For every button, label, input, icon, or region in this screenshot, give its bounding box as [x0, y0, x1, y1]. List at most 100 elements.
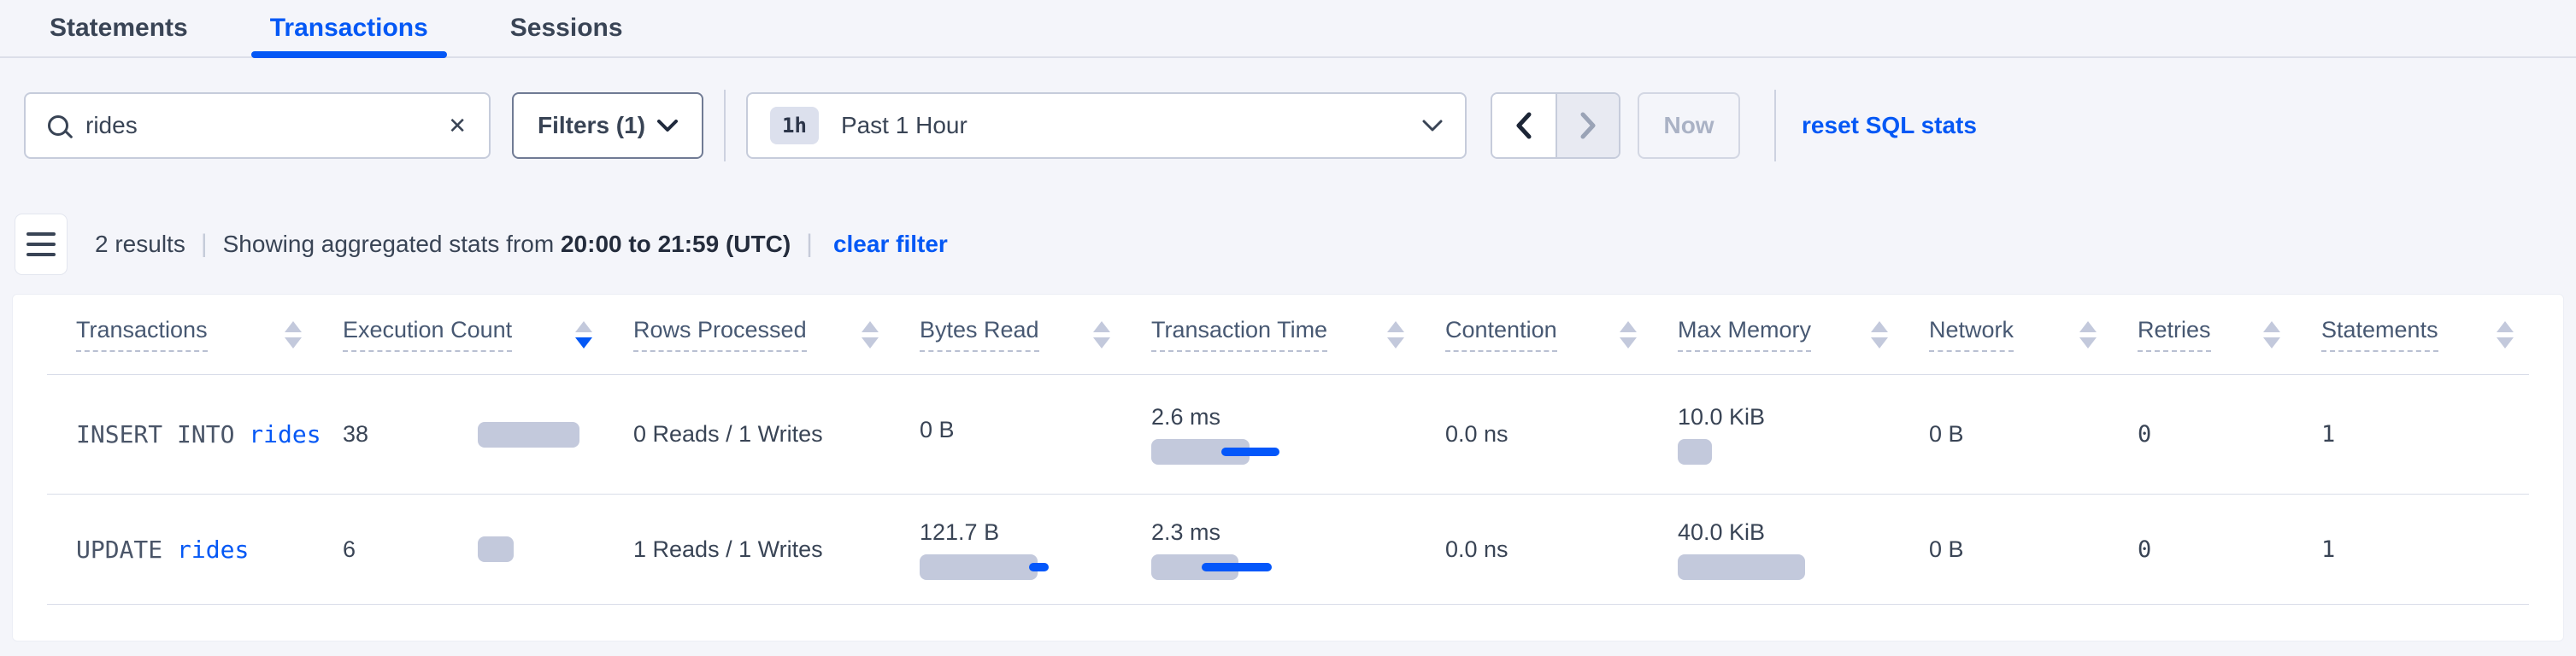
- execution-count-value: 6: [343, 536, 478, 563]
- search-input[interactable]: [85, 112, 448, 139]
- sort-desc-icon: [1871, 337, 1888, 348]
- sort-asc-icon: [1387, 321, 1404, 332]
- clear-search-icon[interactable]: ✕: [448, 114, 467, 137]
- sort-desc-icon: [575, 337, 592, 348]
- transaction-time-stddev-bar: [1221, 448, 1279, 456]
- column-header-execution-count[interactable]: Execution Count: [343, 317, 633, 352]
- transaction-time-stddev-bar: [1202, 563, 1272, 571]
- chevron-right-icon: [1577, 111, 1599, 140]
- now-button-label: Now: [1663, 112, 1714, 139]
- chevron-down-icon: [657, 120, 678, 132]
- sql-keyword: INSERT INTO: [76, 420, 234, 448]
- transactions-table-card: Transactions Execution Count Rows Proces…: [12, 294, 2564, 641]
- statements-value: 1: [2321, 421, 2531, 448]
- separator: |: [201, 230, 208, 259]
- execution-count-bar: [478, 422, 579, 448]
- tab-sessions-label: Sessions: [510, 14, 623, 43]
- contention-value: 0.0 ns: [1445, 421, 1678, 448]
- sort-asc-icon: [862, 321, 879, 332]
- max-memory-cell: 10.0 KiB: [1678, 404, 1929, 465]
- network-value: 0 B: [1929, 536, 2138, 563]
- rows-processed-value: 0 Reads / 1 Writes: [633, 421, 920, 448]
- search-box[interactable]: ✕: [24, 92, 491, 159]
- transaction-link[interactable]: rides: [177, 536, 249, 564]
- max-memory-cell: 40.0 KiB: [1678, 519, 1929, 580]
- sort-icons[interactable]: [2263, 321, 2280, 348]
- column-header-contention[interactable]: Contention: [1445, 317, 1678, 352]
- sort-icons[interactable]: [575, 321, 592, 348]
- sort-icons[interactable]: [2079, 321, 2097, 348]
- sql-keyword: UPDATE: [76, 536, 162, 564]
- reset-sql-stats-link[interactable]: reset SQL stats: [1802, 112, 1977, 139]
- table-row: UPDATE rides 6 1 Reads / 1 Writes 121.7 …: [47, 495, 2529, 605]
- sort-icons[interactable]: [1387, 321, 1404, 348]
- tab-transactions-label: Transactions: [270, 14, 428, 43]
- filters-button[interactable]: Filters (1): [512, 92, 703, 159]
- sort-icons[interactable]: [1093, 321, 1110, 348]
- separator: |: [806, 230, 813, 259]
- sort-asc-icon: [1093, 321, 1110, 332]
- bytes-read-cell: 121.7 B: [920, 519, 1151, 580]
- sql-activity-tabbar: Statements Transactions Sessions: [0, 0, 2576, 58]
- table-row: INSERT INTO rides 38 0 Reads / 1 Writes …: [47, 375, 2529, 495]
- clear-filter-link[interactable]: clear filter: [833, 231, 948, 258]
- now-button[interactable]: Now: [1638, 92, 1740, 159]
- bytes-read-cell: 0 B: [920, 417, 1151, 452]
- time-range-value: 20:00 to 21:59 (UTC): [561, 231, 791, 257]
- sort-icons[interactable]: [1620, 321, 1637, 348]
- bytes-read-value: 121.7 B: [920, 519, 1151, 546]
- statements-value: 1: [2321, 536, 2531, 563]
- sort-asc-icon: [1871, 321, 1888, 332]
- sort-asc-icon: [575, 321, 592, 332]
- sort-icons[interactable]: [862, 321, 879, 348]
- max-memory-bar: [1678, 554, 1805, 580]
- column-header-transactions[interactable]: Transactions: [47, 317, 343, 352]
- time-range-badge: 1h: [770, 107, 819, 144]
- column-header-bytes-read[interactable]: Bytes Read: [920, 317, 1151, 352]
- column-header-retries[interactable]: Retries: [2138, 317, 2321, 352]
- max-memory-value: 40.0 KiB: [1678, 519, 1929, 546]
- sort-icons[interactable]: [2497, 321, 2514, 348]
- column-selector-button[interactable]: [15, 214, 68, 275]
- time-window-nav: [1491, 92, 1620, 159]
- contention-value: 0.0 ns: [1445, 536, 1678, 563]
- bytes-read-value: 0 B: [920, 417, 1151, 443]
- tab-sessions[interactable]: Sessions: [491, 0, 642, 56]
- transaction-time-value: 2.6 ms: [1151, 404, 1445, 430]
- sort-desc-icon: [2263, 337, 2280, 348]
- column-header-network[interactable]: Network: [1929, 317, 2138, 352]
- tab-transactions[interactable]: Transactions: [251, 0, 447, 56]
- next-time-window-button[interactable]: [1556, 94, 1619, 157]
- sort-asc-icon: [1620, 321, 1637, 332]
- column-header-rows-processed[interactable]: Rows Processed: [633, 317, 920, 352]
- execution-count-value: 38: [343, 421, 478, 448]
- tab-statements-label: Statements: [50, 14, 188, 43]
- tab-statements[interactable]: Statements: [31, 0, 207, 56]
- toolbar-divider: [724, 90, 726, 161]
- rows-processed-value: 1 Reads / 1 Writes: [633, 536, 920, 563]
- sort-desc-icon: [862, 337, 879, 348]
- retries-value: 0: [2138, 536, 2321, 563]
- column-header-max-memory[interactable]: Max Memory: [1678, 317, 1929, 352]
- sort-desc-icon: [1093, 337, 1110, 348]
- execution-count-bar: [478, 536, 514, 562]
- toolbar-divider: [1774, 90, 1776, 161]
- table-header-row: Transactions Execution Count Rows Proces…: [47, 295, 2529, 375]
- retries-value: 0: [2138, 421, 2321, 448]
- column-header-transaction-time[interactable]: Transaction Time: [1151, 317, 1445, 352]
- search-icon: [48, 115, 68, 136]
- execution-count-cell: 38: [343, 421, 633, 448]
- sort-icons[interactable]: [285, 321, 302, 348]
- sort-icons[interactable]: [1871, 321, 1888, 348]
- max-memory-bar: [1678, 439, 1712, 465]
- column-header-statements[interactable]: Statements: [2321, 317, 2531, 352]
- results-bar: 2 results | Showing aggregated stats fro…: [15, 214, 2576, 275]
- previous-time-window-button[interactable]: [1492, 94, 1556, 157]
- execution-count-cell: 6: [343, 536, 633, 563]
- bytes-read-bar: [920, 554, 1038, 580]
- time-range-selector[interactable]: 1h Past 1 Hour: [746, 92, 1467, 159]
- transaction-link[interactable]: rides: [249, 420, 321, 448]
- time-range-label: Past 1 Hour: [841, 112, 967, 139]
- chevron-down-icon: [1422, 120, 1443, 132]
- sort-desc-icon: [285, 337, 302, 348]
